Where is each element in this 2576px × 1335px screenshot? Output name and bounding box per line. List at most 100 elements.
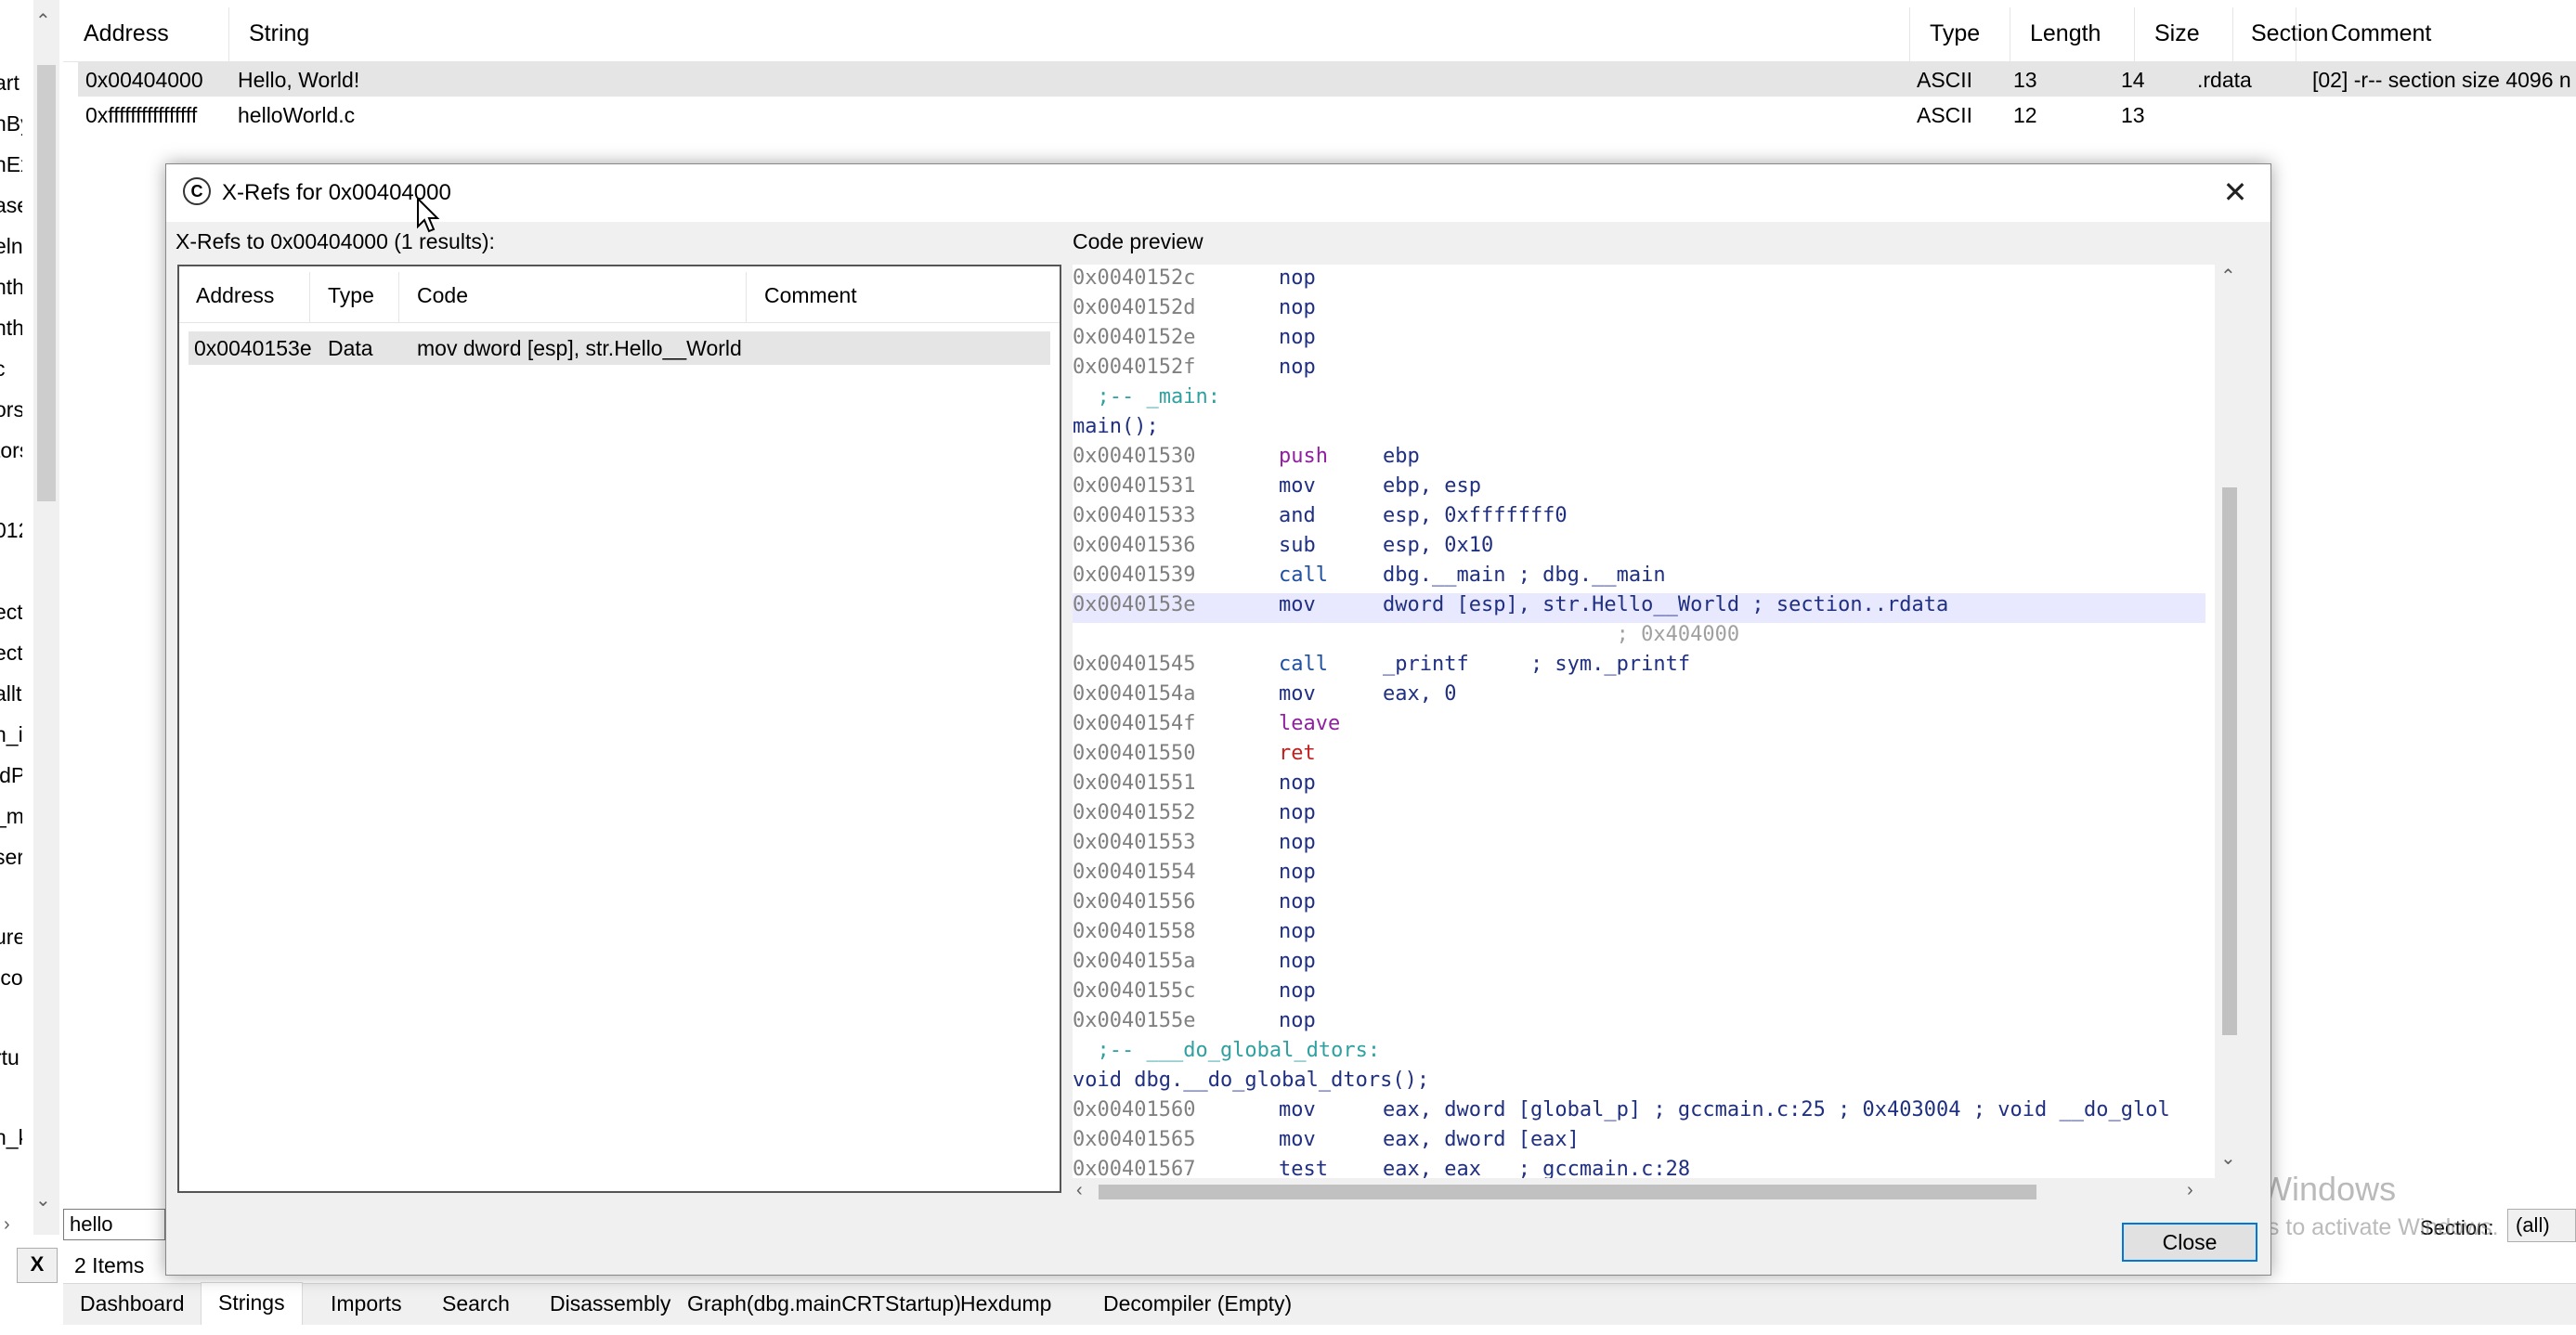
code-vertical-scrollbar[interactable]: ⌃ ⌄ xyxy=(2215,265,2243,1178)
tab-hexdump[interactable]: Hexdump xyxy=(943,1284,1068,1325)
code-line[interactable]: main(); xyxy=(1073,415,2205,445)
strings-table-row[interactable]: 0x00404000 Hello, World! ASCII 13 14 .rdata [0… xyxy=(78,61,2576,97)
xref-row[interactable]: 0x0040153e Data mov dword [esp], str.Hel… xyxy=(189,331,1050,365)
left-tree-item[interactable]: nthr xyxy=(0,275,22,300)
close-icon[interactable]: ✕ xyxy=(2217,174,2254,211)
xref-col-comment[interactable]: Comment xyxy=(764,283,857,308)
code-line[interactable]: 0x0040155e nop xyxy=(1073,1009,2205,1039)
code-line[interactable]: ;-- _main: xyxy=(1073,385,2205,415)
code-line[interactable]: void dbg.__do_global_dtors(); xyxy=(1073,1069,2205,1098)
dialog-titlebar[interactable]: C X-Refs for 0x00404000 ✕ xyxy=(166,164,2270,222)
left-tree-item[interactable]: ase xyxy=(0,193,22,218)
left-tree-item[interactable]: ors xyxy=(0,397,22,422)
tab-strings[interactable]: Strings xyxy=(201,1282,303,1325)
code-operands: ; 0x404000 xyxy=(1383,623,1740,646)
left-tree-item[interactable]: art xyxy=(0,71,22,96)
left-tree-item[interactable]: nBy xyxy=(0,111,22,136)
col-size[interactable]: Size xyxy=(2154,20,2200,47)
left-tree-item[interactable]: allt xyxy=(0,681,22,706)
code-line[interactable]: 0x00401551 nop xyxy=(1073,771,2205,801)
xref-col-address[interactable]: Address xyxy=(196,283,274,308)
code-line[interactable]: 0x00401539 call dbg.__main ; dbg.__main xyxy=(1073,564,2205,593)
code-line[interactable]: 0x0040152c nop xyxy=(1073,266,2205,296)
left-tree-item[interactable]: seri xyxy=(0,845,22,870)
code-line[interactable]: 0x00401533 and esp, 0xfffffff0 xyxy=(1073,504,2205,534)
col-section[interactable]: Section xyxy=(2251,20,2328,47)
code-line[interactable]: ;-- ___do_global_dtors: xyxy=(1073,1039,2205,1069)
code-line[interactable]: 0x00401554 nop xyxy=(1073,861,2205,890)
chevron-down-icon[interactable]: ⌄ xyxy=(2220,1147,2236,1170)
code-address: 0x00401553 xyxy=(1073,831,1196,854)
clear-filter-button[interactable]: X xyxy=(17,1248,58,1283)
tab-decompiler-empty[interactable]: Decompiler (Empty) xyxy=(1086,1284,1308,1325)
xref-col-type[interactable]: Type xyxy=(328,283,374,308)
code-vscroll-thumb[interactable] xyxy=(2222,487,2237,1035)
code-line[interactable]: 0x00401531 mov ebp, esp xyxy=(1073,474,2205,504)
code-address: 0x00401531 xyxy=(1073,474,1196,498)
code-line[interactable]: 0x00401545 call _printf ; sym._printf xyxy=(1073,653,2205,682)
col-comment[interactable]: Comment xyxy=(2331,20,2431,47)
left-tree-item[interactable]: idP xyxy=(0,763,22,788)
code-horizontal-scrollbar[interactable]: ‹ › xyxy=(1073,1178,2215,1206)
tab-disassembly[interactable]: Disassembly xyxy=(533,1284,687,1325)
code-line[interactable]: 0x0040155c nop xyxy=(1073,979,2205,1009)
code-line[interactable]: 0x00401565 mov eax, dword [eax] xyxy=(1073,1128,2205,1158)
left-tree-item[interactable]: ure xyxy=(0,925,22,950)
section-select[interactable]: (all) xyxy=(2507,1209,2576,1242)
search-input[interactable]: hello xyxy=(63,1209,165,1240)
left-tree-scrollbar[interactable] xyxy=(33,0,59,1235)
col-type[interactable]: Type xyxy=(1930,20,1980,47)
chevron-up-icon[interactable]: ⌃ xyxy=(2220,265,2236,288)
chevron-up-icon[interactable]: ⌃ xyxy=(35,9,51,32)
code-line[interactable]: 0x00401553 nop xyxy=(1073,831,2205,861)
code-line[interactable]: 0x00401567 test eax, eax ; gccmain.c:28 xyxy=(1073,1158,2205,1178)
left-tree-item[interactable]: .co xyxy=(0,966,22,991)
left-tree-item[interactable]: _m xyxy=(0,804,22,829)
xref-row-type: Data xyxy=(328,336,373,360)
tab-dashboard[interactable]: Dashboard xyxy=(63,1284,202,1325)
xref-col-code[interactable]: Code xyxy=(417,283,468,308)
left-tree-item[interactable]: c xyxy=(0,356,22,382)
strings-table-row[interactable]: 0xffffffffffffffff helloWorld.c ASCII 12 13 xyxy=(78,97,2576,132)
left-tree-item[interactable]: nthr xyxy=(0,316,22,341)
left-tree-item[interactable]: ect xyxy=(0,641,22,666)
left-tree-item[interactable]: nEx xyxy=(0,152,22,177)
left-tree-item[interactable]: eln( xyxy=(0,234,22,259)
code-line[interactable]: 0x0040152f nop xyxy=(1073,356,2205,385)
code-line[interactable]: 0x00401556 nop xyxy=(1073,890,2205,920)
col-string[interactable]: String xyxy=(249,20,309,47)
left-tree-item[interactable]: ect xyxy=(0,600,22,625)
code-line[interactable]: 0x0040154f leave xyxy=(1073,712,2205,742)
code-hscroll-thumb[interactable] xyxy=(1099,1185,2036,1199)
chevron-right-icon[interactable]: › xyxy=(2187,1180,2193,1201)
chevron-right-icon[interactable]: › xyxy=(4,1214,10,1236)
tab-search[interactable]: Search xyxy=(425,1284,527,1325)
code-line[interactable]: 0x0040153e mov dword [esp], str.Hello__Wor… xyxy=(1073,593,2205,623)
code-line[interactable]: 0x00401530 push ebp xyxy=(1073,445,2205,474)
left-tree-item[interactable]: n_i xyxy=(0,722,22,747)
code-address: 0x00401556 xyxy=(1073,890,1196,914)
chevron-down-icon[interactable]: ⌄ xyxy=(35,1188,51,1212)
tab-graph-dbg-maincrtstartup[interactable]: Graph(dbg.mainCRTStartup) xyxy=(670,1284,978,1325)
code-line[interactable]: 0x0040155a nop xyxy=(1073,950,2205,979)
col-address[interactable]: Address xyxy=(84,20,169,47)
code-line[interactable]: 0x0040154a mov eax, 0 xyxy=(1073,682,2205,712)
left-tree-item[interactable]: 012 xyxy=(0,518,22,543)
left-tree-item[interactable]: rtu xyxy=(0,1045,22,1070)
left-scrollbar-thumb[interactable] xyxy=(37,65,56,501)
tab-imports[interactable]: Imports xyxy=(314,1284,419,1325)
close-button[interactable]: Close xyxy=(2122,1223,2257,1262)
code-line[interactable]: ; 0x404000 xyxy=(1073,623,2205,653)
col-length[interactable]: Length xyxy=(2030,20,2101,47)
code-line[interactable]: 0x0040152d nop xyxy=(1073,296,2205,326)
code-line[interactable]: 0x00401560 mov eax, dword [global_p] ; gcc… xyxy=(1073,1098,2205,1128)
code-line[interactable]: 0x00401550 ret xyxy=(1073,742,2205,771)
code-line[interactable]: 0x00401536 sub esp, 0x10 xyxy=(1073,534,2205,564)
code-line[interactable]: 0x00401552 nop xyxy=(1073,801,2205,831)
code-preview[interactable]: 0x0040152c nop 0x0040152d nop 0x0040152e nop 0… xyxy=(1073,265,2237,1178)
code-line[interactable]: 0x00401558 nop xyxy=(1073,920,2205,950)
chevron-left-icon[interactable]: ‹ xyxy=(1076,1180,1083,1201)
code-line[interactable]: 0x0040152e nop xyxy=(1073,326,2205,356)
left-tree-item[interactable]: n_k xyxy=(0,1125,22,1150)
left-tree-item[interactable]: tors xyxy=(0,438,22,463)
